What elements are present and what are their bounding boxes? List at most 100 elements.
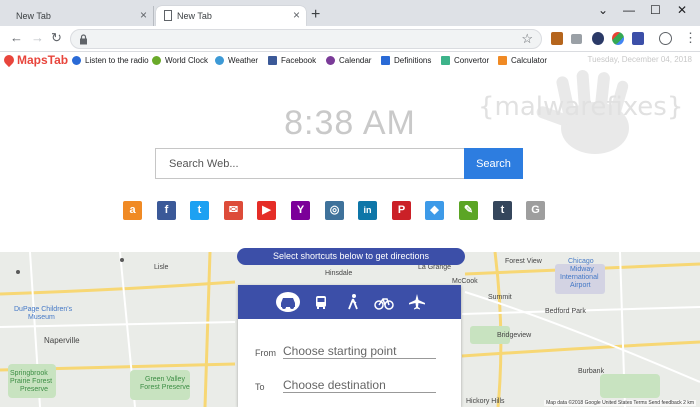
car-mode-button[interactable] (276, 292, 300, 312)
transit-mode-button[interactable] (310, 292, 332, 312)
minimize-button[interactable]: — (623, 3, 635, 17)
tumblr-icon[interactable]: t (493, 201, 512, 220)
from-label: From (255, 348, 276, 358)
map-label: Summit (488, 294, 512, 301)
map-label: Naperville (44, 336, 80, 345)
instagram-icon[interactable]: ◎ (325, 201, 344, 220)
amazon-icon[interactable]: a (123, 201, 142, 220)
bookmark-label: Convertor (454, 55, 490, 65)
airplane-icon (409, 294, 425, 310)
browser-toolbar: ← → ↻ ☆ ⋮ (0, 26, 700, 52)
extension-icon[interactable] (571, 34, 582, 44)
map-label: Hickory Hills (466, 398, 505, 405)
linkedin-icon[interactable]: in (358, 201, 377, 220)
menu-icon[interactable]: ⋮ (684, 30, 697, 46)
close-window-button[interactable]: ✕ (677, 3, 687, 17)
browser-window: { "tabs": [ {"title": "New Tab", "active… (0, 0, 700, 407)
starting-point-input[interactable] (283, 344, 436, 359)
bookmark-facebook[interactable]: Facebook (268, 54, 316, 66)
walk-icon (348, 294, 358, 310)
close-tab-icon[interactable]: × (293, 8, 300, 22)
logo-text: MapsTab (17, 53, 69, 67)
weather-icon (215, 55, 224, 65)
car-icon (281, 298, 295, 309)
dropbox-icon[interactable]: ◆ (425, 201, 444, 220)
map-pin-icon (1, 52, 17, 68)
walk-mode-button[interactable] (342, 292, 364, 312)
tab-new-tab-1[interactable]: New Tab × (4, 6, 154, 26)
tab-strip: New Tab × New Tab × + ⌄ — ☐ ✕ (0, 0, 700, 26)
bookmark-calendar[interactable]: Calendar (326, 54, 371, 66)
bike-icon (374, 298, 394, 310)
google-icon[interactable]: G (526, 201, 545, 220)
page-icon (164, 10, 172, 21)
clock-display: 8:38 AM (284, 104, 416, 142)
extension-icon[interactable] (592, 32, 604, 45)
map-label: Museum (28, 314, 55, 321)
bookmark-calculator[interactable]: Calculator (498, 54, 547, 66)
tab-search-icon[interactable]: ⌄ (598, 3, 608, 17)
tab-new-tab-2[interactable]: New Tab × (156, 6, 306, 26)
mail-icon[interactable]: ✉ (224, 201, 243, 220)
map-label: Airport (570, 282, 591, 289)
forward-button[interactable]: → (31, 30, 44, 46)
twitter-icon[interactable]: t (190, 201, 209, 220)
mapstab-logo[interactable]: MapsTab (1, 52, 69, 68)
directions-panel: From To (238, 285, 461, 407)
travel-mode-bar (238, 285, 461, 319)
map-label: Forest Preserve (140, 384, 190, 391)
to-label: To (255, 382, 265, 392)
bookmark-convertor[interactable]: Convertor (441, 54, 489, 66)
yahoo-icon[interactable]: Y (291, 201, 310, 220)
bookmark-star-icon[interactable]: ☆ (521, 31, 533, 47)
map-label: Lisle (154, 264, 169, 271)
facebook-icon (268, 55, 277, 65)
facebook-icon[interactable]: f (157, 201, 176, 220)
extension-icon[interactable] (551, 32, 563, 45)
new-tab-button[interactable]: + (311, 7, 320, 23)
radio-icon (72, 55, 81, 65)
back-button[interactable]: ← (10, 30, 23, 46)
bookmark-label: Calculator (511, 55, 548, 65)
map-label: Preserve (20, 386, 49, 393)
bookmark-label: World Clock (165, 55, 208, 65)
evernote-icon[interactable]: ✎ (459, 201, 478, 220)
bookmark-world-clock[interactable]: World Clock (152, 54, 208, 66)
destination-input[interactable] (283, 378, 436, 393)
pinterest-icon[interactable]: P (392, 201, 411, 220)
extension-icon[interactable] (612, 32, 624, 45)
definitions-icon (381, 55, 390, 65)
youtube-icon[interactable]: ▶ (257, 201, 276, 220)
maximize-button[interactable]: ☐ (650, 3, 661, 17)
tab-title: New Tab (177, 11, 212, 21)
close-tab-icon[interactable]: × (140, 8, 147, 22)
bookmark-label: Facebook (281, 55, 317, 65)
search-input[interactable] (156, 149, 464, 178)
map-label: Springbrook (10, 370, 48, 377)
directions-banner: Select shortcuts below to get directions (237, 248, 465, 265)
map-label: Hinsdale (325, 270, 353, 277)
map-label: Forest View (505, 258, 542, 265)
address-bar[interactable]: ☆ (70, 29, 542, 49)
search-button[interactable]: Search (464, 148, 523, 179)
map-label: Bridgeview (497, 332, 532, 339)
bookmark-definitions[interactable]: Definitions (381, 54, 431, 66)
bookmark-radio[interactable]: Listen to the radio (72, 54, 149, 66)
map-label: International (560, 274, 599, 281)
tab-title: New Tab (16, 11, 51, 21)
profile-icon[interactable] (659, 32, 672, 45)
search-box (155, 148, 465, 179)
flight-mode-button[interactable] (406, 292, 428, 312)
bike-mode-button[interactable] (373, 292, 395, 312)
map-label: DuPage Children's (14, 306, 73, 313)
reload-button[interactable]: ↻ (51, 30, 62, 46)
map-label: McCook (452, 278, 478, 285)
clock-icon (152, 55, 161, 65)
bookmark-weather[interactable]: Weather (215, 54, 258, 66)
bookmark-label: Calendar (339, 55, 372, 65)
map-attribution[interactable]: Map data ©2018 Google United States Term… (544, 400, 696, 406)
extension-icon[interactable] (632, 32, 644, 45)
map-label: Chicago (568, 258, 594, 265)
bus-icon (316, 296, 326, 309)
calculator-icon (498, 55, 507, 65)
